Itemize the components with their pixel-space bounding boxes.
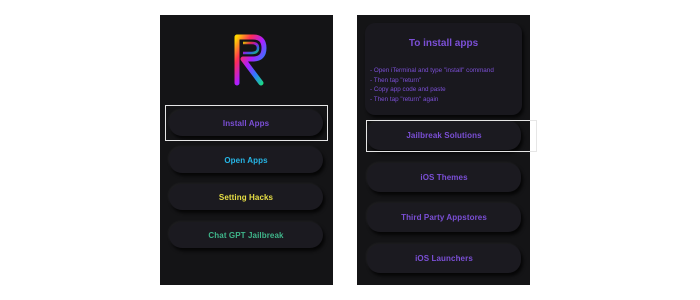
open-apps-button[interactable]: Open Apps <box>169 147 323 173</box>
ios-launchers-label: iOS Launchers <box>415 254 473 263</box>
ios-themes-button[interactable]: iOS Themes <box>367 163 521 192</box>
ios-launchers-button[interactable]: iOS Launchers <box>367 244 521 273</box>
instructions-list: - Open iTerminal and type "install" comm… <box>370 66 522 105</box>
install-apps-button[interactable]: Install Apps <box>169 110 323 136</box>
instruction-step: - Open iTerminal and type "install" comm… <box>370 67 494 74</box>
instruction-step: - Then tap "return" again <box>370 96 439 104</box>
third-party-appstores-label: Third Party Appstores <box>401 213 487 222</box>
install-instructions-card: To install apps - Open iTerminal and typ… <box>365 23 522 115</box>
main-menu-screen: Install Apps Open Apps Setting Hacks Cha… <box>160 15 333 285</box>
open-apps-label: Open Apps <box>224 155 268 165</box>
install-apps-screen: To install apps - Open iTerminal and typ… <box>357 15 537 285</box>
chat-gpt-jailbreak-label: Chat GPT Jailbreak <box>208 230 284 240</box>
instruction-step: - Then tap "return" <box>370 76 422 84</box>
install-apps-label: Install Apps <box>222 118 270 128</box>
rainbow-r-logo-icon <box>234 34 267 86</box>
instruction-step: - Copy app code and paste <box>370 86 446 94</box>
jailbreak-solutions-label: Jailbreak Solutions <box>406 131 482 140</box>
setting-hacks-button[interactable]: Setting Hacks <box>169 184 323 210</box>
third-party-appstores-button[interactable]: Third Party Appstores <box>367 203 521 232</box>
chat-gpt-jailbreak-button[interactable]: Chat GPT Jailbreak <box>169 222 323 248</box>
instructions-title: To install apps <box>408 38 479 49</box>
jailbreak-solutions-button[interactable]: Jailbreak Solutions <box>367 121 521 150</box>
setting-hacks-label: Setting Hacks <box>218 192 274 202</box>
screenshot-canvas: Install Apps Open Apps Setting Hacks Cha… <box>0 0 700 300</box>
ios-themes-label: iOS Themes <box>420 173 468 182</box>
